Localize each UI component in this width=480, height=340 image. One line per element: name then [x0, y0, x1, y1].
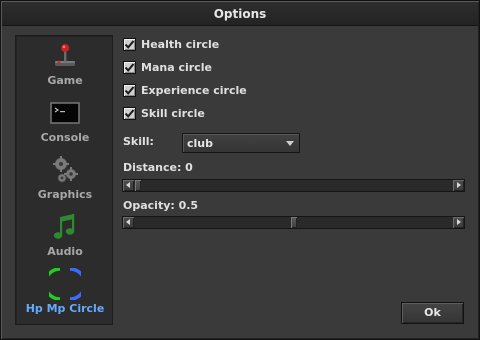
- mana-circle-label: Mana circle: [141, 61, 212, 74]
- distance-scrollbar[interactable]: [122, 179, 465, 192]
- mana-circle-checkbox[interactable]: [123, 61, 136, 74]
- distance-label: Distance: 0: [123, 161, 193, 174]
- opacity-scrollbar[interactable]: [122, 216, 465, 229]
- health-circle-label: Health circle: [141, 38, 220, 51]
- skill-label: Skill:: [123, 135, 154, 148]
- ok-button[interactable]: Ok: [401, 302, 464, 324]
- checkmark-icon: [124, 40, 135, 49]
- opacity-increase-button[interactable]: [453, 217, 464, 228]
- chevron-down-icon: [286, 141, 294, 146]
- arrow-left-icon: [126, 182, 130, 188]
- skill-select[interactable]: club: [182, 133, 300, 153]
- hp-mp-circle-icon: [49, 268, 81, 300]
- opacity-decrease-button[interactable]: [123, 217, 134, 228]
- sidebar-item-audio[interactable]: Audio: [16, 209, 114, 266]
- skill-circle-label: Skill circle: [141, 107, 205, 120]
- console-icon: [50, 102, 80, 124]
- window-title: Options: [2, 2, 478, 26]
- checkmark-icon: [124, 63, 135, 72]
- distance-slider-thumb[interactable]: [135, 180, 141, 191]
- music-note-icon: [53, 214, 75, 239]
- sidebar-item-console[interactable]: Console: [16, 95, 114, 152]
- sidebar-item-label: Console: [40, 131, 90, 144]
- sidebar-item-game[interactable]: Game: [16, 38, 114, 95]
- experience-circle-checkbox[interactable]: [123, 84, 136, 97]
- gears-icon: [53, 156, 78, 183]
- distance-decrease-button[interactable]: [123, 180, 134, 191]
- checkmark-icon: [124, 109, 135, 118]
- options-window: Options Game Console Graphics Audio Hp M…: [0, 0, 480, 340]
- options-sidebar: Game Console Graphics Audio Hp Mp Circle: [15, 35, 113, 325]
- arrow-right-icon: [457, 182, 461, 188]
- sidebar-item-label: Graphics: [37, 188, 93, 201]
- sidebar-item-label: Hp Mp Circle: [25, 302, 105, 315]
- sidebar-item-graphics[interactable]: Graphics: [16, 152, 114, 209]
- opacity-slider-thumb[interactable]: [291, 217, 297, 228]
- distance-increase-button[interactable]: [453, 180, 464, 191]
- sidebar-item-hp-mp-circle[interactable]: Hp Mp Circle: [16, 266, 114, 323]
- opacity-label: Opacity: 0.5: [123, 199, 199, 212]
- opacity-track[interactable]: [135, 217, 452, 228]
- experience-circle-label: Experience circle: [141, 84, 247, 97]
- distance-track[interactable]: [135, 180, 452, 191]
- skill-circle-checkbox[interactable]: [123, 107, 136, 120]
- skill-select-value: club: [187, 137, 213, 150]
- checkmark-icon: [124, 86, 135, 95]
- sidebar-item-label: Audio: [47, 245, 83, 258]
- health-circle-checkbox[interactable]: [123, 38, 136, 51]
- arrow-left-icon: [126, 219, 130, 225]
- sidebar-item-label: Game: [47, 74, 83, 87]
- joystick-icon: [55, 44, 75, 70]
- arrow-right-icon: [457, 219, 461, 225]
